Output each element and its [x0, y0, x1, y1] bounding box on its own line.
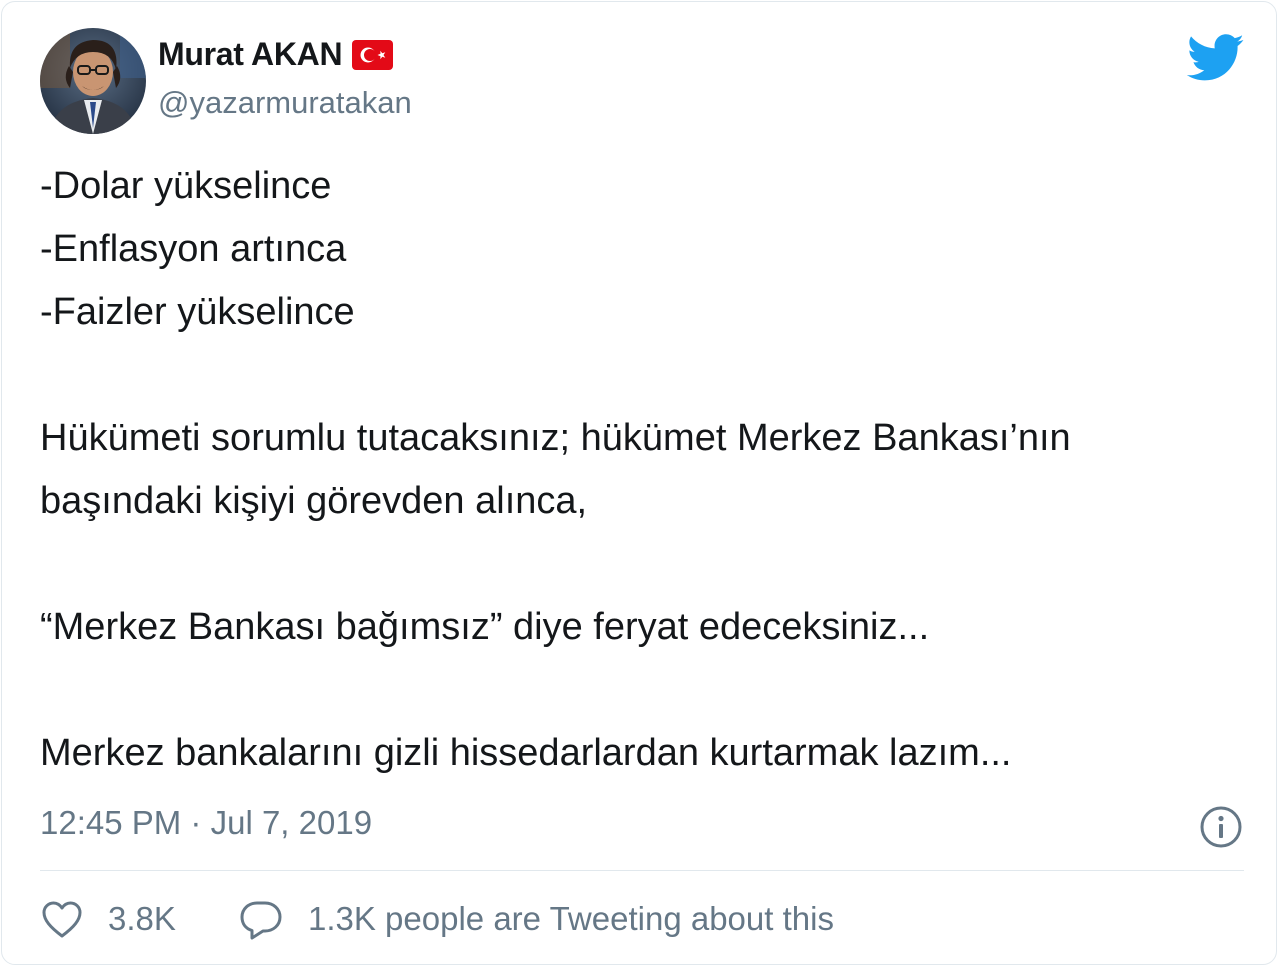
divider	[40, 870, 1244, 871]
conversation-link[interactable]: 1.3K people are Tweeting about this	[308, 898, 834, 940]
tweet-timestamp[interactable]: 12:45 PM · Jul 7, 2019	[40, 802, 372, 844]
tweet-text: -Dolar yükselince -Enflasyon artınca -Fa…	[40, 155, 1255, 785]
speech-bubble-icon[interactable]	[238, 898, 284, 942]
tweet-line: Hükümeti sorumlu tutacaksınız; hükümet M…	[40, 417, 1071, 459]
author-handle[interactable]: @yazarmuratakan	[158, 84, 412, 122]
tweet-line: -Dolar yükselince	[40, 165, 332, 207]
author-name[interactable]: Murat AKAN	[158, 34, 343, 74]
info-icon[interactable]	[1199, 805, 1243, 849]
heart-icon[interactable]	[40, 898, 84, 942]
tweet-time: 12:45 PM	[40, 804, 182, 841]
tweet-card: Murat AKAN @yazarmuratakan -Dolar yüksel…	[1, 1, 1277, 965]
tweet-line: Merkez bankalarını gizli hissedarlardan …	[40, 732, 1012, 774]
tweet-line: -Faizler yükselince	[40, 291, 355, 333]
turkey-flag-icon	[352, 40, 393, 70]
tweet-line: başındaki kişiyi görevden alınca,	[40, 480, 588, 522]
tweet-date: Jul 7, 2019	[210, 804, 373, 841]
like-count[interactable]: 3.8K	[108, 898, 176, 940]
tweet-line: “Merkez Bankası bağımsız” diye feryat ed…	[40, 606, 930, 648]
twitter-bird-icon[interactable]	[1186, 34, 1245, 82]
tweet-line: -Enflasyon artınca	[40, 228, 347, 270]
author-avatar[interactable]	[40, 28, 146, 134]
meta-separator: ·	[190, 804, 202, 841]
